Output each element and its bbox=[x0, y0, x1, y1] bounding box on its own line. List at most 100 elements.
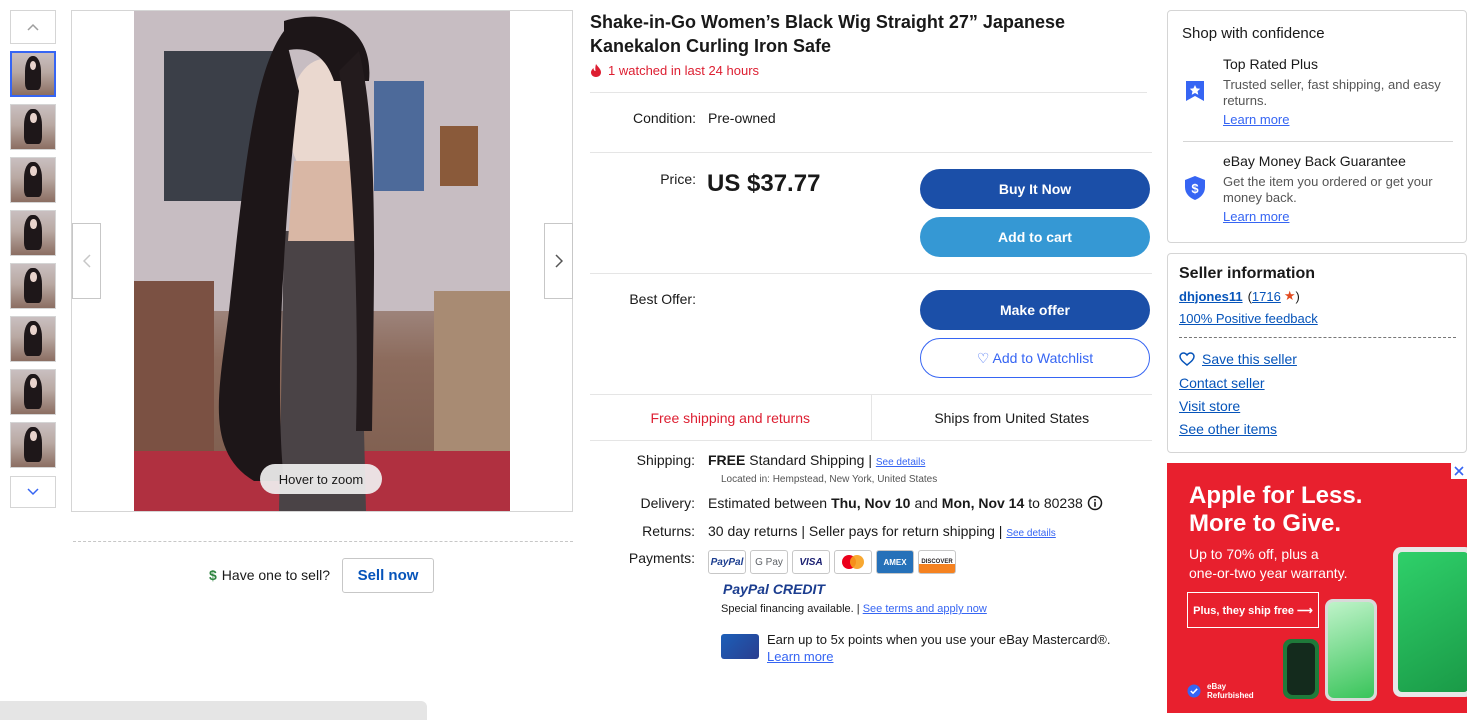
next-image-button[interactable] bbox=[544, 223, 573, 299]
watch-text: 1 watched in last 24 hours bbox=[608, 63, 760, 78]
thumbnail-3[interactable] bbox=[10, 157, 56, 203]
ebay-refurbished-logo: eBay Refurbished bbox=[1187, 682, 1254, 700]
svg-text:$: $ bbox=[1191, 181, 1199, 196]
chevron-right-icon bbox=[554, 254, 563, 268]
ad-close-button[interactable] bbox=[1451, 463, 1467, 479]
chevron-left-icon bbox=[82, 254, 91, 268]
thumbnail-6[interactable] bbox=[10, 316, 56, 362]
seller-feedback-count-link[interactable]: 1716 bbox=[1252, 289, 1281, 304]
chevron-down-icon bbox=[27, 488, 39, 496]
dollar-icon: $ bbox=[209, 567, 217, 583]
mastercard-logo bbox=[834, 550, 872, 574]
financing-link[interactable]: See terms and apply now bbox=[863, 603, 987, 615]
returns-label: Returns: bbox=[642, 523, 695, 539]
financing-text: Special financing available. | bbox=[721, 603, 860, 615]
main-image-frame: Hover to zoom bbox=[71, 10, 573, 512]
positive-feedback-link[interactable]: 100% Positive feedback bbox=[1179, 311, 1318, 326]
best-offer-row: Best Offer: bbox=[600, 291, 696, 307]
price-label: Price: bbox=[660, 171, 696, 187]
google-pay-logo: G Pay bbox=[750, 550, 788, 574]
apple-refurbished-ad[interactable]: Apple for Less. More to Give. Up to 70% … bbox=[1167, 463, 1467, 713]
add-to-watchlist-button[interactable]: ♡ Add to Watchlist bbox=[920, 338, 1150, 378]
thumbnail-1[interactable] bbox=[10, 51, 56, 97]
top-rated-badge-icon bbox=[1186, 81, 1204, 101]
thumbnail-8[interactable] bbox=[10, 422, 56, 468]
product-photo[interactable] bbox=[134, 11, 510, 511]
thumbnail-7[interactable] bbox=[10, 369, 56, 415]
thumbnail-face bbox=[30, 324, 37, 335]
free-shipping-text: Free shipping and returns bbox=[590, 395, 872, 440]
price-value: US $37.77 bbox=[707, 170, 821, 197]
visit-store-link[interactable]: Visit store bbox=[1179, 398, 1240, 414]
phone-image bbox=[1325, 599, 1377, 701]
shipping-banner: Free shipping and returns Ships from Uni… bbox=[590, 394, 1152, 441]
ebay-mastercard-icon bbox=[721, 634, 759, 659]
make-offer-button[interactable]: Make offer bbox=[920, 290, 1150, 330]
seller-heading: Seller information bbox=[1179, 265, 1316, 282]
visa-logo: VISA bbox=[792, 550, 830, 574]
ad-subtext-line-1: Up to 70% off, plus a bbox=[1189, 546, 1319, 562]
wig-on-mannequin-image bbox=[134, 11, 510, 511]
thumbnail-strip bbox=[10, 10, 56, 508]
money-back-learn-more-link[interactable]: Learn more bbox=[1223, 209, 1453, 225]
thumbnail-scroll-up-button[interactable] bbox=[10, 10, 56, 44]
ad-headline-line-1: Apple for Less. bbox=[1189, 482, 1363, 509]
contact-seller-link[interactable]: Contact seller bbox=[1179, 375, 1265, 391]
delivery-zip: to 80238 bbox=[1028, 495, 1083, 511]
paypal-credit-logo: PayPal CREDIT bbox=[723, 581, 825, 597]
payment-methods: PayPal G Pay VISA AMEX DISCOVER bbox=[708, 550, 956, 574]
shipping-row: Shipping: FREE Standard Shipping | See d… bbox=[590, 452, 926, 468]
see-other-items-link[interactable]: See other items bbox=[1179, 421, 1277, 437]
money-back-shield-icon: $ bbox=[1185, 176, 1205, 200]
top-rated-text: Trusted seller, fast shipping, and easy … bbox=[1223, 77, 1441, 108]
sell-now-button[interactable]: Sell now bbox=[342, 558, 434, 593]
thumbnail-face bbox=[30, 218, 37, 229]
seller-name-link[interactable]: dhjones11 bbox=[1179, 289, 1243, 304]
buy-it-now-button[interactable]: Buy It Now bbox=[920, 169, 1150, 209]
delivery-start: Thu, Nov 10 bbox=[831, 495, 911, 511]
condition-label: Condition: bbox=[632, 110, 696, 126]
thumbnail-scroll-down-button[interactable] bbox=[10, 476, 56, 508]
ad-subtext: Up to 70% off, plus a one-or-two year wa… bbox=[1189, 545, 1347, 583]
ad-headline: Apple for Less. More to Give. bbox=[1189, 482, 1362, 538]
amex-logo: AMEX bbox=[876, 550, 914, 574]
check-badge-icon bbox=[1187, 684, 1201, 698]
ad-cta-button[interactable]: Plus, they ship free ⟶ bbox=[1187, 592, 1319, 628]
ships-from-text: Ships from United States bbox=[934, 409, 1090, 426]
thumbnail-4[interactable] bbox=[10, 210, 56, 256]
save-seller-link[interactable]: Save this seller bbox=[1202, 351, 1297, 367]
previous-image-button[interactable] bbox=[72, 223, 101, 299]
close-icon bbox=[1454, 466, 1464, 476]
info-icon[interactable] bbox=[1087, 495, 1103, 511]
feedback-star-icon: ★ bbox=[1283, 288, 1296, 303]
seller-name-row: dhjones11 (1716 ★) bbox=[1179, 288, 1300, 304]
top-rated-block: Top Rated Plus Trusted seller, fast ship… bbox=[1223, 56, 1453, 128]
watch-image bbox=[1283, 639, 1319, 699]
ad-subtext-line-2: one-or-two year warranty. bbox=[1189, 565, 1348, 581]
money-back-block: eBay Money Back Guarantee Get the item y… bbox=[1223, 153, 1453, 225]
top-rated-learn-more-link[interactable]: Learn more bbox=[1223, 112, 1453, 128]
shipping-see-details-link[interactable]: See details bbox=[876, 457, 925, 468]
laptop-image bbox=[1393, 547, 1467, 697]
mastercard-text: Earn up to 5x points when you use your e… bbox=[767, 632, 1111, 647]
thumbnail-face bbox=[30, 377, 37, 388]
returns-see-details-link[interactable]: See details bbox=[1006, 528, 1055, 539]
delivery-end: Mon, Nov 14 bbox=[941, 495, 1025, 511]
thumbnail-2[interactable] bbox=[10, 104, 56, 150]
heart-icon bbox=[1179, 352, 1195, 366]
payments-row: Payments: PayPal G Pay VISA AMEX DISCOVE… bbox=[590, 550, 956, 574]
mastercard-learn-more-link[interactable]: Learn more bbox=[767, 648, 1110, 665]
returns-text: 30 day returns | Seller pays for return … bbox=[708, 523, 1003, 539]
thumbnail-face bbox=[30, 165, 37, 176]
shop-with-confidence-card: Shop with confidence Top Rated Plus Trus… bbox=[1167, 10, 1467, 243]
thumbnail-face bbox=[30, 430, 37, 441]
add-to-cart-button[interactable]: Add to cart bbox=[920, 217, 1150, 257]
thumbnail-5[interactable] bbox=[10, 263, 56, 309]
money-back-title: eBay Money Back Guarantee bbox=[1223, 153, 1406, 169]
hover-to-zoom-hint: Hover to zoom bbox=[260, 464, 382, 494]
condition-row: Condition: Pre-owned bbox=[600, 110, 776, 126]
ad-brand-line-1: eBay bbox=[1207, 682, 1227, 691]
save-seller-row[interactable]: Save this seller bbox=[1179, 351, 1297, 367]
ad-headline-line-2: More to Give. bbox=[1189, 510, 1342, 537]
bottom-scroll-bar[interactable] bbox=[0, 701, 427, 720]
